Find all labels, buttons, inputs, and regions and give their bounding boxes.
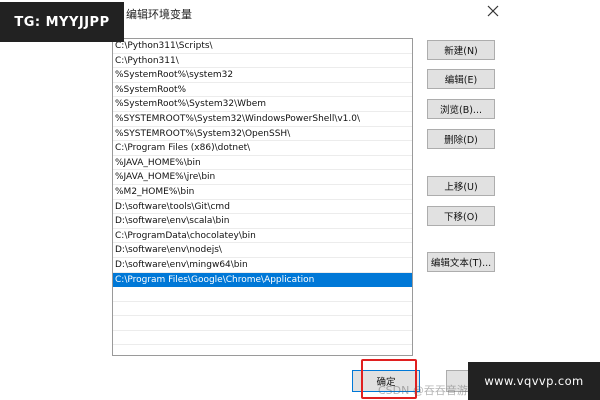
- move-down-button[interactable]: 下移(O): [427, 206, 495, 226]
- bottom-right-watermark: www.vqvvp.com: [468, 362, 600, 400]
- move-up-button[interactable]: 上移(U): [427, 176, 495, 196]
- path-entry-row[interactable]: D:\software\env\mingw64\bin: [113, 258, 412, 273]
- path-entry-row[interactable]: %JAVA_HOME%\jre\bin: [113, 170, 412, 185]
- edit-button[interactable]: 编辑(E): [427, 69, 495, 89]
- delete-button[interactable]: 删除(D): [427, 129, 495, 149]
- path-entry-row[interactable]: C:\Python311\: [113, 54, 412, 69]
- path-entries-list[interactable]: C:\Python311\Scripts\ C:\Python311\ %Syste…: [112, 38, 413, 356]
- path-entry-row[interactable]: %SYSTEMROOT%\System32\OpenSSH\: [113, 127, 412, 142]
- path-entry-row[interactable]: C:\ProgramData\chocolatey\bin: [113, 229, 412, 244]
- dialog-title: 编辑环境变量: [126, 8, 192, 21]
- path-entry-row[interactable]: %SystemRoot%: [113, 83, 412, 98]
- browse-button[interactable]: 浏览(B)...: [427, 99, 495, 119]
- empty-row: [113, 316, 412, 331]
- empty-row: [113, 287, 412, 302]
- empty-row: [113, 331, 412, 346]
- path-entry-row[interactable]: C:\Program Files\Google\Chrome\Applicati…: [113, 272, 412, 288]
- path-entry-row[interactable]: D:\software\env\scala\bin: [113, 214, 412, 229]
- path-entry-row[interactable]: D:\software\env\nodejs\: [113, 243, 412, 258]
- path-entry-row[interactable]: %SYSTEMROOT%\System32\WindowsPowerShell\…: [113, 112, 412, 127]
- new-button[interactable]: 新建(N): [427, 40, 495, 60]
- edit-text-button[interactable]: 编辑文本(T)...: [427, 252, 495, 272]
- path-entry-row[interactable]: C:\Program Files (x86)\dotnet\: [113, 141, 412, 156]
- path-entry-row[interactable]: %JAVA_HOME%\bin: [113, 156, 412, 171]
- top-left-watermark: TG: MYYJJPP: [0, 2, 124, 42]
- edit-environment-variable-dialog: 编辑环境变量 C:\Python311\Scripts\ C:\Python311…: [0, 0, 600, 400]
- path-entry-row[interactable]: C:\Python311\Scripts\: [113, 39, 412, 54]
- close-icon[interactable]: [484, 2, 502, 20]
- empty-row: [113, 302, 412, 317]
- path-entry-row[interactable]: %SystemRoot%\System32\Wbem: [113, 97, 412, 112]
- path-entry-row[interactable]: %SystemRoot%\system32: [113, 68, 412, 83]
- path-entry-row[interactable]: D:\software\tools\Git\cmd: [113, 200, 412, 215]
- path-entry-row[interactable]: %M2_HOME%\bin: [113, 185, 412, 200]
